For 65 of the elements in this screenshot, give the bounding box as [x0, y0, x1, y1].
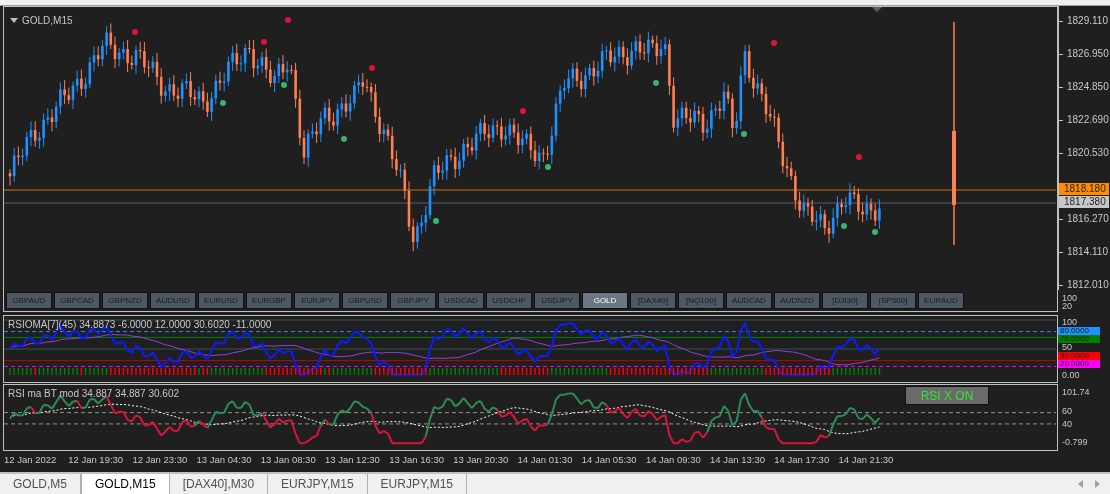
time-label: 12 Jan 2022	[4, 452, 58, 467]
price-label: 1826.950	[1067, 48, 1109, 60]
axis-label: 60	[1062, 406, 1072, 416]
level-badge: 30.0000	[1058, 352, 1100, 360]
rsi-cross-button[interactable]: RSI X ON	[905, 386, 989, 405]
symbol-button[interactable]: EURAUD	[918, 292, 964, 309]
indicator-title: RSIOMA[7](45) 34.8873 -6.0000 12.0000 30.6020 -11.0000	[8, 318, 272, 332]
price-label: 1824.850	[1067, 81, 1109, 93]
symbol-button[interactable]: USDCAD	[438, 292, 484, 309]
time-label: 14 Jan 13:30	[710, 452, 766, 467]
symbol-button[interactable]: USDJPY	[534, 292, 580, 309]
indicator-title: RSI ma BT mod 34.887 34.887 30.602	[8, 387, 180, 401]
axis-label: 100	[1062, 318, 1078, 327]
chart-tab[interactable]: GOLD,M15	[81, 474, 170, 494]
price-label: 1829.110	[1067, 15, 1108, 27]
symbol-button[interactable]: [SP500]	[870, 292, 916, 309]
price-label: 1812.010	[1067, 279, 1109, 291]
dropdown-icon[interactable]	[10, 18, 18, 23]
axis-label: 101.74	[1062, 387, 1090, 397]
symbol-button[interactable]: GBPAUD	[6, 292, 52, 309]
axis-label: 100	[1062, 294, 1078, 303]
symbol-button[interactable]: USDCHF	[486, 292, 532, 309]
symbol-button[interactable]: GBPCAD	[54, 292, 100, 309]
time-label: 13 Jan 08:30	[260, 452, 317, 467]
time-label: 12 Jan 23:30	[132, 452, 189, 467]
level-badge: 20.0000	[1058, 360, 1100, 368]
time-label: 14 Jan 09:30	[645, 452, 702, 467]
price-label: 1816.270	[1067, 213, 1109, 225]
axis-label: 50	[1062, 343, 1072, 352]
chart-title: GOLD,M15	[22, 14, 73, 28]
time-label: 14 Jan 01:30	[517, 452, 574, 467]
symbol-button[interactable]: AUDUSD	[150, 292, 196, 309]
symbol-button[interactable]: AUDNZD	[774, 292, 820, 309]
symbol-button[interactable]: EURGBP	[246, 292, 292, 309]
symbol-button[interactable]: [NQ100]	[678, 292, 724, 309]
time-label: 14 Jan 21:30	[838, 452, 895, 467]
time-label: 13 Jan 20:30	[453, 452, 510, 467]
symbol-button[interactable]: GBPJPY	[390, 292, 436, 309]
price-label: 1820.530	[1067, 147, 1109, 159]
scroll-left-icon[interactable]	[1078, 480, 1083, 488]
time-label: 13 Jan 12:30	[324, 452, 381, 467]
price-label: 1814.110	[1067, 246, 1108, 258]
time-label: 13 Jan 16:30	[389, 452, 446, 467]
axis-label: -0.799	[1062, 437, 1088, 447]
symbol-button[interactable]: GOLD	[582, 292, 628, 309]
axis-label: 40	[1062, 419, 1072, 429]
price-badge: 1817.380	[1059, 196, 1109, 208]
symbol-button[interactable]: [DAX40]	[630, 292, 676, 309]
price-badge: 1818.180	[1059, 183, 1109, 195]
time-label: 14 Jan 05:30	[581, 452, 638, 467]
level-badge: 80.0000	[1058, 327, 1100, 335]
price-label: 1822.690	[1067, 114, 1109, 126]
scroll-right-icon[interactable]	[1095, 480, 1100, 488]
axis-label: 0.00	[1062, 371, 1080, 380]
symbol-button[interactable]: AUDCAD	[726, 292, 772, 309]
time-label: 14 Jan 17:30	[774, 452, 831, 467]
time-label: 13 Jan 04:30	[196, 452, 253, 467]
level-badge: 70.0000	[1058, 335, 1100, 343]
symbol-button[interactable]: GBPUSD	[342, 292, 388, 309]
symbol-button[interactable]: [DJI30]	[822, 292, 868, 309]
axis-label: 20	[1062, 302, 1072, 311]
symbol-button[interactable]: EURJPY	[294, 292, 340, 309]
symbol-button[interactable]: GBPNZD	[102, 292, 148, 309]
symbol-button[interactable]: EURUSD	[198, 292, 244, 309]
time-label: 12 Jan 19:30	[68, 452, 125, 467]
